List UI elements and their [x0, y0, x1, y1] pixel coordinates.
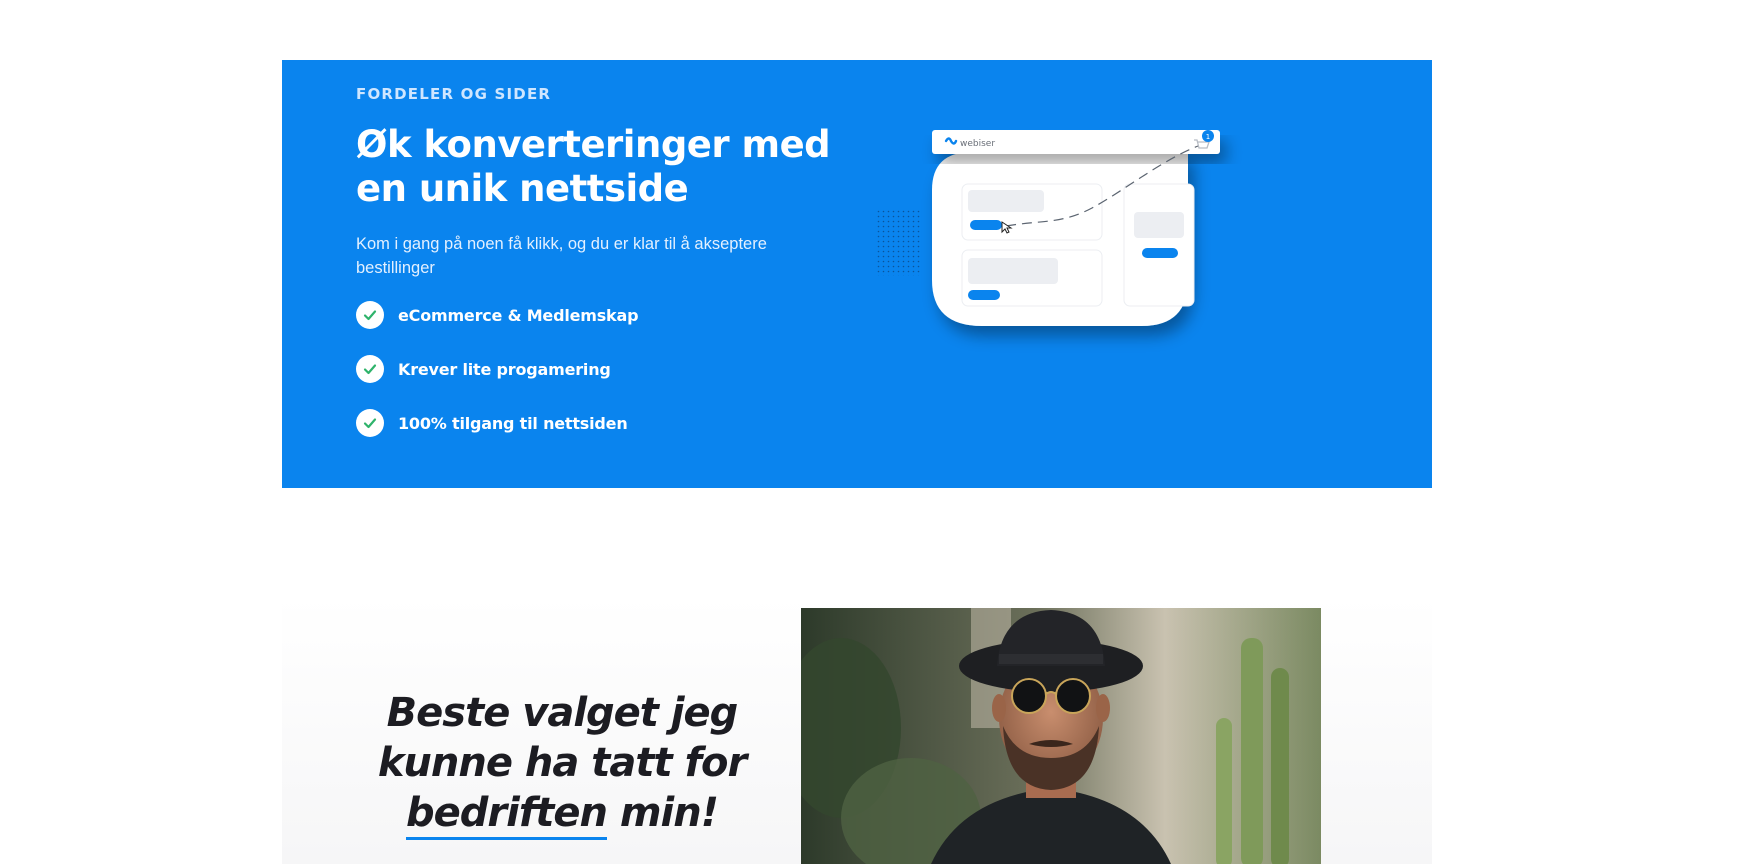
section-eyebrow: FORDELER OG SIDER — [356, 85, 552, 103]
testimonial-section: Beste valget jeg kunne ha tatt for bedri… — [282, 596, 1432, 864]
testimonial-quote: Beste valget jeg kunne ha tatt for bedri… — [342, 688, 782, 840]
illustration-button — [970, 220, 1002, 230]
quote-underlined-word: bedriften — [405, 790, 608, 840]
benefit-label: eCommerce & Medlemskap — [398, 305, 639, 325]
check-icon — [356, 409, 384, 437]
brand-text: webiser — [960, 139, 995, 149]
website-builder-illustration: webiser 1 — [876, 130, 1220, 326]
testimonial-photo — [801, 608, 1321, 864]
quote-text: Beste valget jeg kunne ha tatt for — [377, 690, 747, 786]
feature-section: FORDELER OG SIDER Øk konverteringer med … — [282, 60, 1432, 488]
quote-text-end: min! — [606, 790, 719, 836]
feature-headline: Øk konverteringer med en unik nettside — [356, 123, 831, 210]
benefit-label: Krever lite progamering — [398, 359, 611, 379]
benefit-item: Krever lite progamering — [356, 355, 638, 383]
benefit-item: 100% tilgang til nettsiden — [356, 409, 638, 437]
feature-subtext: Kom i gang på noen få klikk, og du er kl… — [356, 235, 767, 277]
benefit-label: 100% tilgang til nettsiden — [398, 413, 628, 433]
check-icon — [356, 301, 384, 329]
svg-text:1: 1 — [1206, 133, 1210, 141]
dot-pattern — [876, 210, 922, 276]
benefit-item: eCommerce & Medlemskap — [356, 301, 639, 329]
benefit-list: eCommerce & Medlemskap Krever lite proga… — [356, 301, 639, 463]
check-icon — [356, 355, 384, 383]
